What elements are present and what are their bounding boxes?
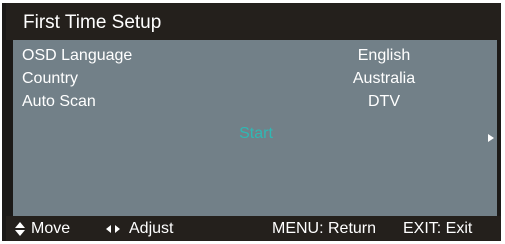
setting-row-auto-scan[interactable]: Auto Scan DTV <box>13 90 497 114</box>
hint-move: Move <box>14 216 70 241</box>
hint-adjust-label: Adjust <box>129 220 174 237</box>
setting-row-osd-language[interactable]: OSD Language English <box>13 44 497 68</box>
up-down-arrows-icon <box>14 221 25 237</box>
setting-value-auto-scan[interactable]: DTV <box>309 90 459 114</box>
hint-menu-label: MENU: Return <box>272 220 377 237</box>
hint-adjust: Adjust <box>106 216 173 241</box>
hint-exit: EXIT: Exit <box>403 216 472 241</box>
right-arrow-icon <box>488 134 494 142</box>
hint-menu-return: MENU: Return <box>272 216 376 241</box>
setting-label-auto-scan: Auto Scan <box>22 93 96 110</box>
setting-value-osd-language[interactable]: English <box>309 44 459 68</box>
left-right-arrows-icon <box>106 224 121 234</box>
page-title: First Time Setup <box>23 12 162 33</box>
hint-move-label: Move <box>31 220 71 237</box>
hint-exit-label: EXIT: Exit <box>403 220 473 237</box>
setting-row-country[interactable]: Country Australia <box>13 67 497 91</box>
setting-label-country: Country <box>22 70 79 87</box>
title-bar: First Time Setup <box>6 3 501 40</box>
start-button[interactable]: Start <box>206 122 306 146</box>
setting-value-country[interactable]: Australia <box>309 67 459 91</box>
settings-panel: OSD Language English Country Australia A… <box>13 40 497 216</box>
setting-label-osd-language: OSD Language <box>22 47 133 64</box>
hint-bar: Move Adjust MENU: Return EXIT: Exit <box>6 216 501 241</box>
